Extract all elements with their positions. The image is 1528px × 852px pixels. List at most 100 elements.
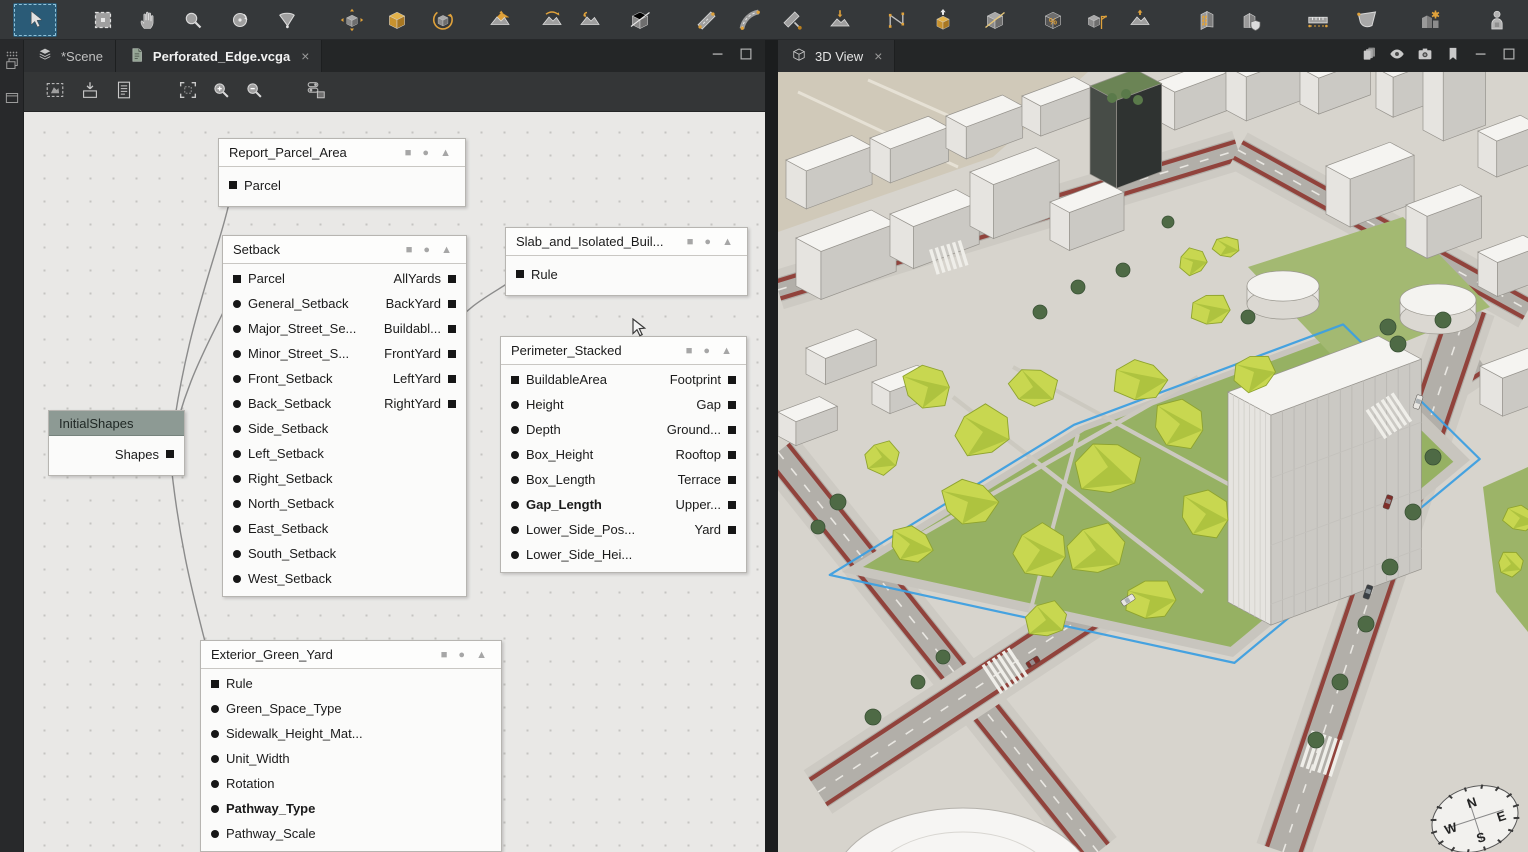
input-port[interactable] <box>211 780 219 788</box>
navigator-panel-button[interactable] <box>0 88 24 112</box>
output-port[interactable] <box>448 350 456 358</box>
zoom-in-button[interactable] <box>206 77 236 107</box>
tab-3d-view[interactable]: 3D View × <box>778 40 895 72</box>
zoom-fit-button[interactable] <box>173 77 203 107</box>
node-graph-canvas[interactable]: InitialShapesShapes Report_Parcel_Area■ … <box>24 112 765 852</box>
layout-graph-button[interactable] <box>301 77 331 107</box>
scale-tool[interactable] <box>382 5 412 35</box>
terrain-lower-tool[interactable] <box>575 5 605 35</box>
rotate-tool[interactable] <box>428 5 458 35</box>
rule-node-exterior[interactable]: Exterior_Green_Yard■ ● ▲RuleGreen_Space_… <box>200 640 502 852</box>
select-rules-button[interactable] <box>40 77 70 107</box>
output-port[interactable] <box>448 275 456 283</box>
snapshot-button[interactable] <box>1414 45 1436 67</box>
offset-shape-tool[interactable]: % <box>1038 5 1068 35</box>
input-port[interactable] <box>211 755 219 763</box>
output-port[interactable] <box>728 426 736 434</box>
input-port[interactable] <box>211 805 219 813</box>
output-port[interactable] <box>166 450 174 458</box>
generate-models-tool[interactable] <box>1415 5 1445 35</box>
tab-cga-file[interactable]: Perforated_Edge.vcga × <box>116 40 322 72</box>
close-view-icon[interactable]: × <box>874 48 882 64</box>
input-port[interactable] <box>511 501 519 509</box>
rule-node-slab[interactable]: Slab_and_Isolated_Buil...■ ● ▲Rule <box>505 227 748 296</box>
input-port[interactable] <box>233 575 241 583</box>
user-tool[interactable] <box>1482 5 1512 35</box>
input-port[interactable] <box>516 270 524 278</box>
minimize-view-button[interactable] <box>1470 45 1492 67</box>
input-port[interactable] <box>511 526 519 534</box>
show-code-button[interactable] <box>109 77 139 107</box>
input-port[interactable] <box>233 475 241 483</box>
close-tab-icon[interactable]: × <box>301 48 309 64</box>
input-port[interactable] <box>511 401 519 409</box>
output-port[interactable] <box>728 451 736 459</box>
panel-divider[interactable] <box>765 40 778 852</box>
input-port[interactable] <box>511 451 519 459</box>
input-port[interactable] <box>233 450 241 458</box>
input-port[interactable] <box>211 705 219 713</box>
zoom-out-button[interactable] <box>239 77 269 107</box>
node-header[interactable]: Perimeter_Stacked■ ● ▲ <box>501 337 746 365</box>
input-port[interactable] <box>511 426 519 434</box>
3d-viewport[interactable]: NESW <box>778 72 1528 852</box>
rule-node-report_parcel_area[interactable]: Report_Parcel_Area■ ● ▲Parcel <box>218 138 466 207</box>
push-pull-tool[interactable] <box>1125 5 1155 35</box>
rule-node-initial_shapes[interactable]: InitialShapesShapes <box>48 410 185 476</box>
rule-node-perimeter[interactable]: Perimeter_Stacked■ ● ▲BuildableAreaFootp… <box>500 336 747 573</box>
node-header[interactable]: Setback■ ● ▲ <box>223 236 466 264</box>
facade-wizard-tool[interactable] <box>1192 5 1222 35</box>
move-tool[interactable] <box>337 5 367 35</box>
input-port[interactable] <box>233 425 241 433</box>
align-terrain-tool[interactable] <box>825 5 855 35</box>
maximize-editor-button[interactable] <box>735 45 757 67</box>
input-port[interactable] <box>233 350 241 358</box>
output-port[interactable] <box>448 325 456 333</box>
output-port[interactable] <box>728 401 736 409</box>
pan-tool[interactable] <box>133 5 163 35</box>
viewport-layouts-button[interactable] <box>1358 45 1380 67</box>
texture-tool[interactable] <box>1082 5 1112 35</box>
input-port[interactable] <box>233 500 241 508</box>
street-curve-tool[interactable] <box>735 5 765 35</box>
input-port[interactable] <box>233 400 241 408</box>
inspect-building-tool[interactable] <box>1237 5 1267 35</box>
input-port[interactable] <box>233 550 241 558</box>
terrain-smooth-tool[interactable] <box>537 5 567 35</box>
polygon-create-tool[interactable] <box>882 5 912 35</box>
node-header[interactable]: Slab_and_Isolated_Buil...■ ● ▲ <box>506 228 747 256</box>
input-port[interactable] <box>229 181 237 189</box>
extrude-tool[interactable] <box>928 5 958 35</box>
split-shape-tool[interactable] <box>625 5 655 35</box>
output-port[interactable] <box>728 501 736 509</box>
street-edit-tool[interactable] <box>778 5 808 35</box>
cut-shape-tool[interactable] <box>980 5 1010 35</box>
input-port[interactable] <box>233 325 241 333</box>
minimize-editor-button[interactable] <box>707 45 729 67</box>
node-header[interactable]: Report_Parcel_Area■ ● ▲ <box>219 139 465 167</box>
node-header[interactable]: Exterior_Green_Yard■ ● ▲ <box>201 641 501 669</box>
orbit-tool[interactable] <box>225 5 255 35</box>
node-header[interactable]: InitialShapes <box>49 411 184 436</box>
viewshed-tool[interactable] <box>1352 5 1382 35</box>
input-port[interactable] <box>233 525 241 533</box>
street-create-tool[interactable] <box>692 5 722 35</box>
maximize-view-button[interactable] <box>1498 45 1520 67</box>
zoom-tool[interactable] <box>178 5 208 35</box>
output-port[interactable] <box>728 476 736 484</box>
input-port[interactable] <box>233 275 241 283</box>
restore-panel-button[interactable] <box>0 54 24 78</box>
input-port[interactable] <box>511 476 519 484</box>
input-port[interactable] <box>211 680 219 688</box>
output-port[interactable] <box>448 300 456 308</box>
measure-tool[interactable] <box>1303 5 1333 35</box>
input-port[interactable] <box>511 551 519 559</box>
input-port[interactable] <box>233 375 241 383</box>
import-rule-button[interactable] <box>75 77 105 107</box>
output-port[interactable] <box>728 526 736 534</box>
output-port[interactable] <box>448 375 456 383</box>
marquee-select-tool[interactable] <box>88 5 118 35</box>
output-port[interactable] <box>448 400 456 408</box>
select-tool[interactable] <box>13 3 57 37</box>
bookmarks-button[interactable] <box>1442 45 1464 67</box>
